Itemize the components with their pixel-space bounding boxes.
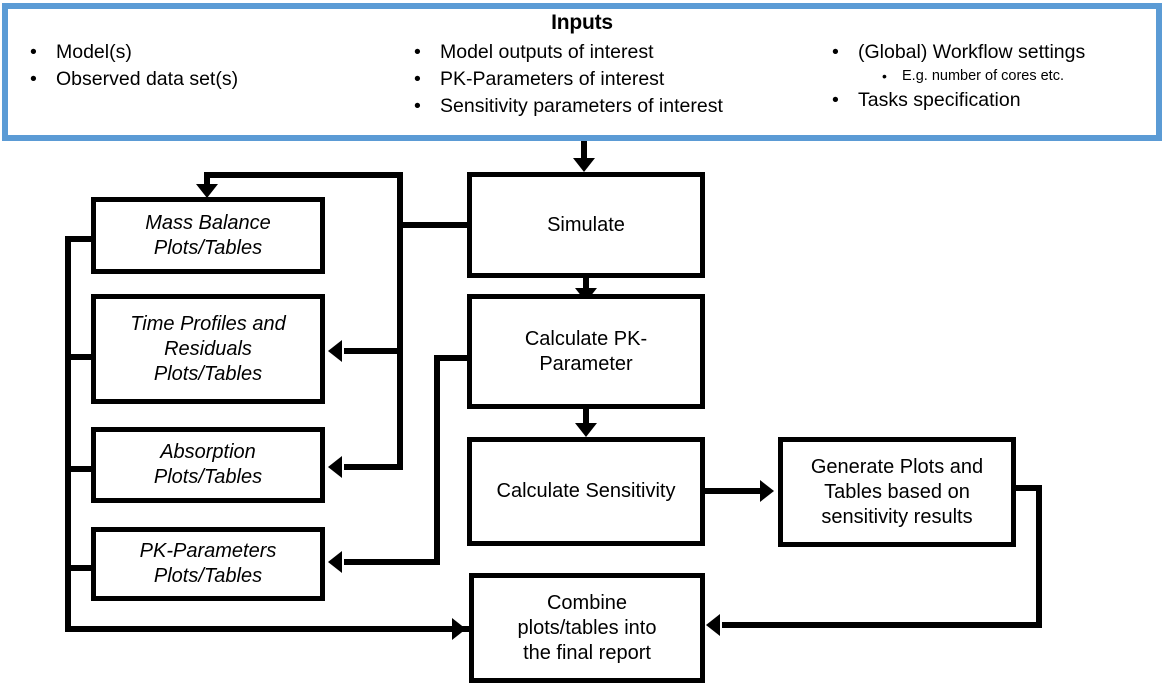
connector-calcpk-vertical — [434, 355, 440, 565]
list-item: • E.g. number of cores etc. — [858, 66, 1156, 87]
bullet-icon: • — [414, 95, 421, 117]
inputs-item-label: Model outputs of interest — [440, 41, 654, 63]
arrowhead-absorption — [328, 456, 342, 478]
node-time-profiles-residuals[interactable]: Time Profiles and Residuals Plots/Tables — [91, 294, 325, 404]
inputs-columns: • Model(s) • Observed data set(s) • Mode… — [8, 39, 1156, 120]
arrowhead-pk-parameters — [328, 551, 342, 573]
list-item: • Observed data set(s) — [20, 66, 400, 93]
list-item: • PK-Parameters of interest — [404, 66, 812, 93]
arrowhead-generate-plots — [760, 480, 774, 502]
inputs-column-1: • Model(s) • Observed data set(s) — [8, 39, 400, 120]
connector-to-pk-parameters — [344, 559, 440, 565]
bullet-icon: • — [882, 68, 887, 84]
inputs-item-label: (Global) Workflow settings — [858, 41, 1086, 63]
node-pk-parameters[interactable]: PK-Parameters Plots/Tables — [91, 527, 325, 601]
node-mass-balance[interactable]: Mass Balance Plots/Tables — [91, 197, 325, 274]
connector-simulate-bus-vertical — [397, 172, 403, 470]
inputs-column-3: • (Global) Workflow settings • E.g. numb… — [812, 39, 1156, 120]
inputs-item-label: PK-Parameters of interest — [440, 68, 665, 90]
bullet-icon: • — [414, 68, 421, 90]
connector-left-bus-vertical — [65, 236, 71, 632]
inputs-column-2: • Model outputs of interest • PK-Paramet… — [400, 39, 812, 120]
connector-sensitivity-to-generate — [705, 488, 763, 494]
node-generate-sensitivity-outputs[interactable]: Generate Plots and Tables based on sensi… — [778, 437, 1016, 547]
inputs-list-1: • Model(s) • Observed data set(s) — [20, 39, 400, 93]
bullet-icon: • — [30, 68, 37, 90]
arrowhead-combine-right — [706, 614, 720, 636]
inputs-list-3: • (Global) Workflow settings • E.g. numb… — [822, 39, 1156, 114]
connector-generate-down — [1036, 485, 1042, 628]
bullet-icon: • — [832, 89, 839, 111]
list-item: • Tasks specification — [822, 87, 1156, 114]
list-item: • Model outputs of interest — [404, 39, 812, 66]
connector-to-absorption — [344, 464, 403, 470]
inputs-list-2: • Model outputs of interest • PK-Paramet… — [404, 39, 812, 120]
inputs-panel: Inputs • Model(s) • Observed data set(s) — [2, 3, 1162, 141]
list-item: • Sensitivity parameters of interest — [404, 93, 812, 120]
inputs-item-label: Sensitivity parameters of interest — [440, 95, 723, 117]
connector-left-bus-to-combine — [65, 626, 473, 632]
connector-to-time-profiles — [344, 348, 403, 354]
arrowhead-mass-balance — [196, 184, 218, 198]
connector-generate-to-combine — [722, 622, 1042, 628]
arrowhead-calculate-sensitivity — [575, 423, 597, 437]
node-combine-report[interactable]: Combine plots/tables into the final repo… — [469, 573, 705, 683]
list-item: • Model(s) — [20, 39, 400, 66]
bullet-icon: • — [30, 41, 37, 63]
list-item: • (Global) Workflow settings • E.g. numb… — [822, 39, 1156, 87]
flowchart-canvas: Inputs • Model(s) • Observed data set(s) — [0, 0, 1171, 687]
node-calculate-pk-parameter[interactable]: Calculate PK- Parameter — [467, 294, 705, 409]
connector-to-mass-balance-horizontal — [204, 172, 403, 178]
inputs-item-label: Model(s) — [56, 41, 132, 63]
node-calculate-sensitivity[interactable]: Calculate Sensitivity — [467, 437, 705, 546]
inputs-item-label: Observed data set(s) — [56, 68, 239, 90]
node-absorption[interactable]: Absorption Plots/Tables — [91, 427, 325, 503]
arrowhead-time-profiles — [328, 340, 342, 362]
inputs-subitem-label: E.g. number of cores etc. — [902, 68, 1064, 84]
inputs-item-label: Tasks specification — [858, 89, 1021, 111]
node-simulate[interactable]: Simulate — [467, 172, 705, 278]
arrowhead-combine-left — [452, 618, 466, 640]
bullet-icon: • — [832, 41, 839, 63]
inputs-panel-title: Inputs — [551, 11, 613, 34]
connector-simulate-left-stub — [397, 222, 469, 228]
bullet-icon: • — [414, 41, 421, 63]
inputs-sublist: • E.g. number of cores etc. — [858, 66, 1156, 87]
arrowhead-inputs-to-simulate — [573, 158, 595, 172]
